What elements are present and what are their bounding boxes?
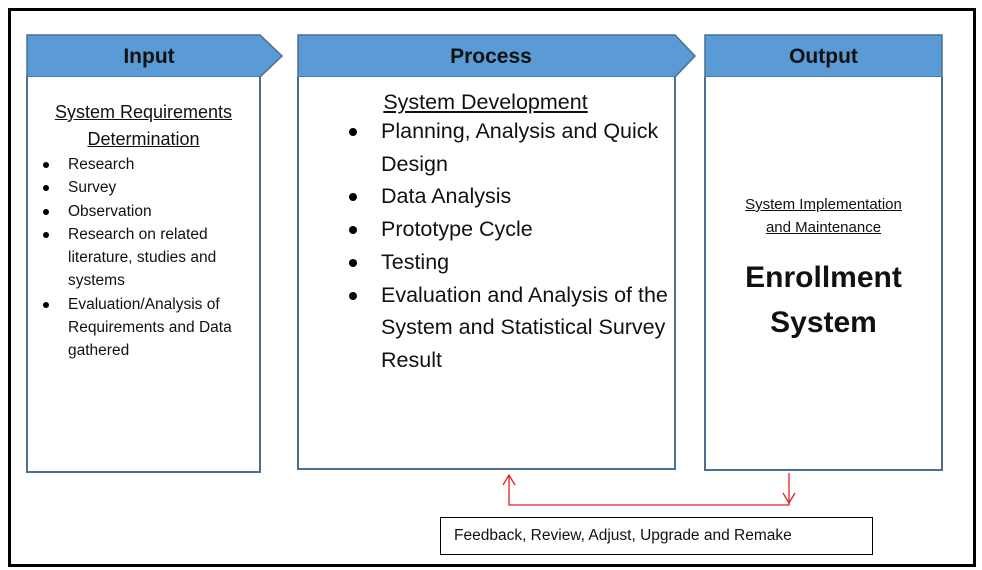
feedback-arrows [502, 473, 796, 506]
ipo-diagram: Input System Requirements Determination … [0, 0, 982, 570]
feedback-connector [508, 473, 790, 506]
feedback-box: Feedback, Review, Adjust, Upgrade and Re… [440, 517, 873, 555]
